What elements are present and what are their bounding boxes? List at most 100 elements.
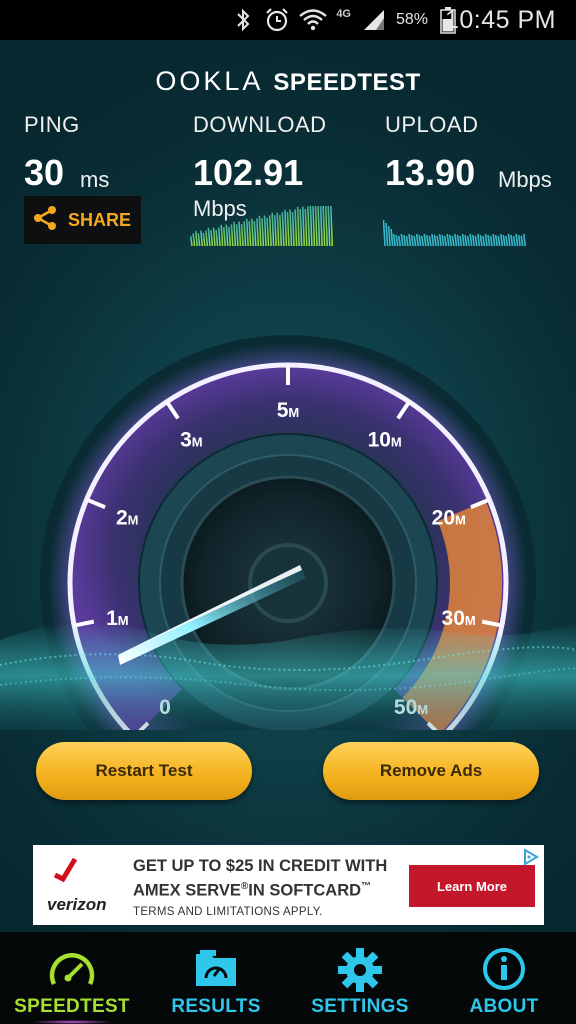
download-label: DOWNLOAD bbox=[193, 112, 327, 137]
sparkline-bar bbox=[443, 235, 447, 247]
sparkline-bar bbox=[449, 234, 453, 247]
sparkline-bar bbox=[507, 233, 511, 247]
sparkline-bar bbox=[385, 222, 389, 247]
adchoices-icon[interactable] bbox=[522, 848, 540, 871]
sparkline-bar bbox=[428, 235, 432, 247]
sparkline-bar bbox=[276, 212, 280, 247]
sparkline-bar bbox=[291, 211, 295, 247]
sparkline-bar bbox=[456, 234, 460, 247]
alarm-icon bbox=[264, 0, 290, 40]
ad-brand: verizon bbox=[47, 895, 107, 914]
tab-results[interactable]: RESULTS bbox=[144, 932, 288, 1024]
logo-speedtest: SPEEDTEST bbox=[273, 69, 421, 96]
share-label: SHARE bbox=[68, 209, 132, 230]
tab-settings[interactable]: SETTINGS bbox=[288, 932, 432, 1024]
restart-test-button[interactable]: Restart Test bbox=[36, 742, 252, 800]
sparkline-bar bbox=[192, 233, 196, 247]
sparkline-bar bbox=[418, 234, 422, 247]
sparkline-bar bbox=[484, 233, 488, 247]
sparkline-bar bbox=[405, 235, 409, 247]
download-sparkline bbox=[190, 205, 334, 247]
sparkline-bar bbox=[284, 209, 288, 247]
gear-icon bbox=[336, 946, 384, 999]
sparkline-bar bbox=[248, 221, 252, 247]
sparkline-bar bbox=[410, 234, 414, 247]
sparkline-bar bbox=[314, 205, 318, 247]
ad-headline-1: GET UP TO $25 IN CREDIT WITH bbox=[133, 857, 388, 875]
sparkline-bar bbox=[322, 205, 326, 247]
sparkline-bar bbox=[471, 234, 476, 247]
sparkline-bar bbox=[190, 235, 193, 247]
sparkline-bar bbox=[420, 235, 425, 247]
sparkline-bar bbox=[487, 234, 491, 247]
sparkline-bar bbox=[436, 235, 440, 247]
sparkline-bar bbox=[230, 224, 234, 247]
sparkline-bar bbox=[441, 234, 445, 247]
sparkline-bar bbox=[497, 235, 501, 247]
sparkline-bar bbox=[250, 218, 254, 247]
sparkline-bar bbox=[403, 234, 407, 247]
signal-icon bbox=[362, 0, 386, 40]
sparkline-bar bbox=[392, 233, 396, 247]
sparkline-bar bbox=[253, 220, 257, 247]
sparkline-bar bbox=[240, 223, 244, 247]
sparkline-bar bbox=[515, 233, 519, 247]
sparkline-bar bbox=[225, 224, 229, 247]
sparkline-bar bbox=[474, 235, 478, 247]
sparkline-bar bbox=[461, 233, 465, 247]
ad-banner[interactable]: verizon GET UP TO $25 IN CREDIT WITH AME… bbox=[33, 845, 544, 925]
sparkline-bar bbox=[517, 234, 521, 247]
sparkline-bar bbox=[454, 233, 458, 247]
sparkline-bar bbox=[245, 218, 249, 247]
tab-about[interactable]: ABOUT bbox=[432, 932, 576, 1024]
sparkline-bar bbox=[205, 230, 209, 247]
speed-gauge: 01M2M3M5M10M20M30M50M bbox=[0, 335, 576, 730]
sparkline-bar bbox=[222, 227, 226, 247]
sparkline-bar bbox=[304, 208, 308, 247]
sparkline-bar bbox=[261, 218, 265, 247]
sparkline-bar bbox=[217, 227, 221, 247]
sparkline-bar bbox=[319, 205, 323, 247]
sparkline-bar bbox=[400, 233, 404, 247]
wifi-icon bbox=[298, 0, 328, 40]
sparkline-bar bbox=[210, 230, 214, 247]
sparkline-bar bbox=[238, 221, 242, 247]
sparkline-bar bbox=[459, 235, 463, 247]
tab-settings-label: SETTINGS bbox=[311, 996, 409, 1017]
ping-value: 30 bbox=[24, 152, 65, 193]
sparkline-bar bbox=[512, 235, 516, 247]
sparkline-bar bbox=[327, 205, 331, 247]
status-bar: 4G 58% 10:45 PM bbox=[0, 0, 576, 40]
share-button[interactable]: SHARE bbox=[24, 196, 141, 244]
upload-label: UPLOAD bbox=[385, 112, 479, 137]
share-icon bbox=[32, 205, 58, 236]
sparkline-bar bbox=[263, 215, 267, 247]
app-logo: OOKLA SPEEDTEST bbox=[0, 66, 576, 97]
sparkline-bar bbox=[294, 209, 298, 247]
sparkline-bar bbox=[324, 205, 328, 247]
sparkline-bar bbox=[482, 235, 486, 247]
battery-percent: 58% bbox=[395, 11, 428, 28]
sparkline-bar bbox=[268, 215, 272, 247]
sparkline-bar bbox=[233, 221, 237, 247]
sparkline-bar bbox=[307, 206, 311, 247]
learn-more-button[interactable]: Learn More bbox=[409, 865, 535, 907]
sparkline-bar bbox=[383, 219, 386, 247]
sparkline-bar bbox=[477, 233, 481, 247]
sparkline-bar bbox=[194, 230, 198, 247]
sparkline-bar bbox=[207, 227, 211, 247]
sparkline-bar bbox=[329, 205, 334, 247]
remove-ads-button[interactable]: Remove Ads bbox=[323, 742, 539, 800]
tab-speedtest[interactable]: SPEEDTEST bbox=[0, 932, 144, 1024]
sparkline-bar bbox=[197, 233, 201, 247]
sparkline-bar bbox=[505, 235, 509, 247]
sparkline-bar bbox=[408, 233, 412, 247]
ad-line2-a: AMEX SERVE bbox=[133, 881, 241, 900]
download-value: 102.91 bbox=[193, 152, 304, 193]
sparkline-bar bbox=[423, 233, 427, 247]
sparkline-bar bbox=[299, 209, 303, 247]
sparkline-bar bbox=[466, 235, 470, 247]
sparkline-bar bbox=[271, 212, 275, 247]
sparkline-bar bbox=[398, 235, 402, 247]
upload-sparkline bbox=[383, 219, 527, 247]
